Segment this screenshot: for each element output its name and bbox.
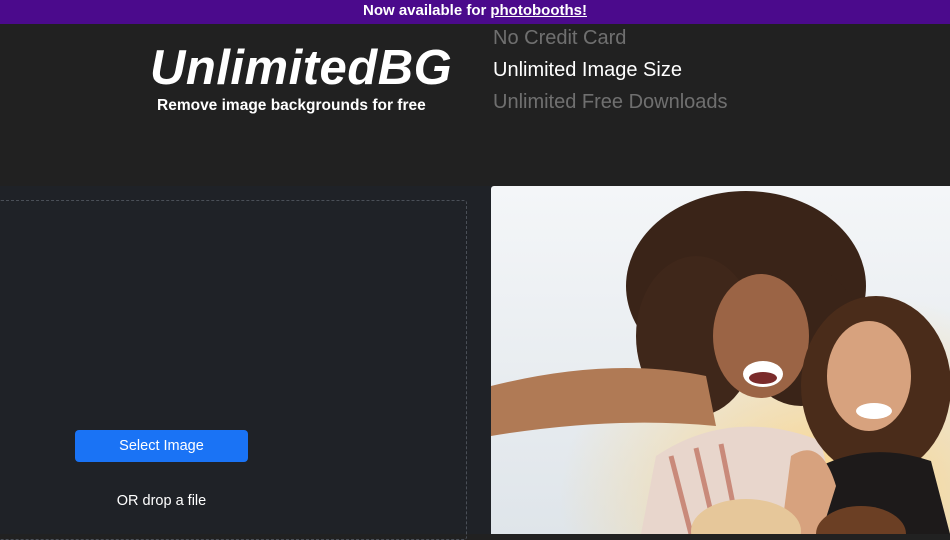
- tagline: Remove image backgrounds for free: [157, 97, 426, 114]
- select-image-button[interactable]: Select Image: [75, 430, 248, 462]
- feature-rotator: No Credit Card Unlimited Image Size Unli…: [493, 24, 793, 116]
- sample-photo: [491, 186, 950, 534]
- main-area: Select Image OR drop a file: [0, 186, 950, 540]
- feature-item: No Credit Card: [493, 27, 627, 49]
- file-drop-zone[interactable]: [0, 200, 467, 540]
- promo-banner-text: Now available for: [362, 2, 487, 19]
- feature-item: Unlimited Image Size: [493, 59, 682, 81]
- promo-banner: Now available for photobooths!: [0, 0, 950, 24]
- sample-photo-image: [491, 186, 950, 534]
- drop-file-text: OR drop a file: [116, 493, 207, 509]
- header: UnlimitedBG Remove image backgrounds for…: [0, 24, 950, 186]
- photobooths-link[interactable]: photobooths!: [490, 2, 587, 19]
- logo[interactable]: UnlimitedBG: [150, 40, 452, 96]
- feature-item: Unlimited Free Downloads: [493, 91, 728, 113]
